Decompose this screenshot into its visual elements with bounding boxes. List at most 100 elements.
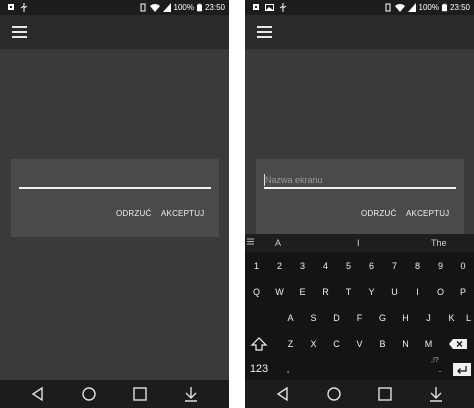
key[interactable]: 1 xyxy=(245,255,268,277)
battery-percent: 100% xyxy=(418,3,439,12)
suggestion-bar: A I The xyxy=(245,234,474,252)
status-bar: 100% 23:50 xyxy=(0,0,229,15)
keyboard-row-zxcv: Z X C V B N M xyxy=(245,333,474,355)
key[interactable]: G xyxy=(371,307,394,329)
key[interactable]: H xyxy=(394,307,417,329)
space-key[interactable] xyxy=(303,358,433,380)
key[interactable]: S xyxy=(302,307,325,329)
key[interactable]: M xyxy=(417,333,440,355)
signal-icon xyxy=(162,3,171,12)
key[interactable]: 0 xyxy=(452,255,474,277)
usb-icon xyxy=(279,3,287,12)
screen-name-dialog: ODRZUĆ AKCEPTUJ xyxy=(11,159,219,237)
vibrate-icon xyxy=(385,3,390,12)
wifi-icon xyxy=(149,4,160,12)
battery-icon xyxy=(196,3,202,12)
more-suggestions-icon[interactable] xyxy=(247,237,254,246)
key[interactable]: Z xyxy=(279,333,302,355)
screen-left: 100% 23:50 ODRZUĆ AKCEPTUJ xyxy=(0,0,229,408)
key[interactable]: 8 xyxy=(406,255,429,277)
download-icon[interactable] xyxy=(183,386,199,402)
key[interactable]: A xyxy=(279,307,302,329)
back-icon[interactable] xyxy=(275,386,291,402)
battery-icon xyxy=(441,3,447,12)
key[interactable]: C xyxy=(325,333,348,355)
status-icons-left xyxy=(7,0,28,15)
screen-name-input[interactable] xyxy=(264,173,456,189)
key[interactable]: J xyxy=(417,307,440,329)
notification-icon xyxy=(253,4,259,10)
key[interactable]: 7 xyxy=(383,255,406,277)
key[interactable]: Y xyxy=(360,281,383,303)
status-bar: 100% 23:50 xyxy=(245,0,474,15)
screen-name-dialog: ODRZUĆ AKCEPTUJ xyxy=(256,159,464,237)
key[interactable]: V xyxy=(348,333,371,355)
key[interactable]: W xyxy=(268,281,291,303)
status-icons-left xyxy=(252,0,287,15)
hide-keyboard-icon[interactable] xyxy=(428,386,444,402)
screen-right: 100% 23:50 ODRZUĆ AKCEPTUJ A I The xyxy=(245,0,474,408)
status-time: 23:50 xyxy=(204,3,225,12)
suggestion-item[interactable]: A xyxy=(275,238,281,248)
key[interactable]: I xyxy=(406,281,429,303)
accept-button[interactable]: AKCEPTUJ xyxy=(406,209,449,218)
home-icon[interactable] xyxy=(81,386,97,402)
wifi-icon xyxy=(394,4,405,12)
enter-icon[interactable] xyxy=(451,358,473,380)
usb-icon xyxy=(20,3,28,12)
keyboard-row-bottom: 123 , . ,!? xyxy=(245,357,474,380)
symbols-key[interactable]: 123 xyxy=(245,358,273,380)
key[interactable]: Q xyxy=(245,281,268,303)
key[interactable]: N xyxy=(394,333,417,355)
dismiss-button[interactable]: ODRZUĆ xyxy=(116,209,151,218)
key[interactable]: D xyxy=(325,307,348,329)
key[interactable]: P xyxy=(452,281,474,303)
keyboard-row-asdf: A S D F G H J K L xyxy=(245,307,474,329)
punctuation-hint: ,!? xyxy=(431,357,439,364)
home-icon[interactable] xyxy=(326,386,342,402)
key[interactable]: B xyxy=(371,333,394,355)
back-icon[interactable] xyxy=(30,386,46,402)
menu-icon[interactable] xyxy=(257,26,272,38)
key[interactable]: O xyxy=(429,281,452,303)
key[interactable]: K xyxy=(440,307,463,329)
key[interactable]: 9 xyxy=(429,255,452,277)
status-time: 23:50 xyxy=(449,3,470,12)
accept-button[interactable]: AKCEPTUJ xyxy=(161,209,204,218)
navigation-bar xyxy=(0,380,229,408)
soft-keyboard: A I The 1 2 3 4 5 6 7 8 9 0 Q W E R T Y … xyxy=(245,234,474,380)
signal-icon xyxy=(407,3,416,12)
key[interactable]: 6 xyxy=(360,255,383,277)
screen-name-input[interactable] xyxy=(19,173,211,189)
recents-icon[interactable] xyxy=(132,386,148,402)
main-content: ODRZUĆ AKCEPTUJ xyxy=(0,49,229,380)
shift-icon[interactable] xyxy=(249,333,269,355)
key[interactable]: F xyxy=(348,307,371,329)
menu-icon[interactable] xyxy=(12,26,27,38)
status-icons-right: 100% 23:50 xyxy=(384,0,470,15)
keyboard-row-numbers: 1 2 3 4 5 6 7 8 9 0 xyxy=(245,255,474,277)
key[interactable]: 2 xyxy=(268,255,291,277)
key[interactable]: 3 xyxy=(291,255,314,277)
key[interactable]: E xyxy=(291,281,314,303)
vibrate-icon xyxy=(140,3,145,12)
key[interactable]: T xyxy=(337,281,360,303)
recents-icon[interactable] xyxy=(377,386,393,402)
suggestion-item[interactable]: The xyxy=(431,238,447,248)
key[interactable]: R xyxy=(314,281,337,303)
navigation-bar xyxy=(245,380,474,408)
key[interactable]: 4 xyxy=(314,255,337,277)
key[interactable]: U xyxy=(383,281,406,303)
key[interactable]: 5 xyxy=(337,255,360,277)
app-bar xyxy=(245,15,474,49)
key[interactable]: L xyxy=(463,307,474,329)
app-bar xyxy=(0,15,229,49)
suggestion-item[interactable]: I xyxy=(357,238,360,248)
backspace-icon[interactable] xyxy=(447,333,471,355)
dismiss-button[interactable]: ODRZUĆ xyxy=(361,209,396,218)
keyboard-row-qwerty: Q W E R T Y U I O P xyxy=(245,281,474,303)
key[interactable]: X xyxy=(302,333,325,355)
comma-key[interactable]: , xyxy=(279,358,297,380)
battery-percent: 100% xyxy=(173,3,194,12)
text-cursor xyxy=(264,174,265,186)
